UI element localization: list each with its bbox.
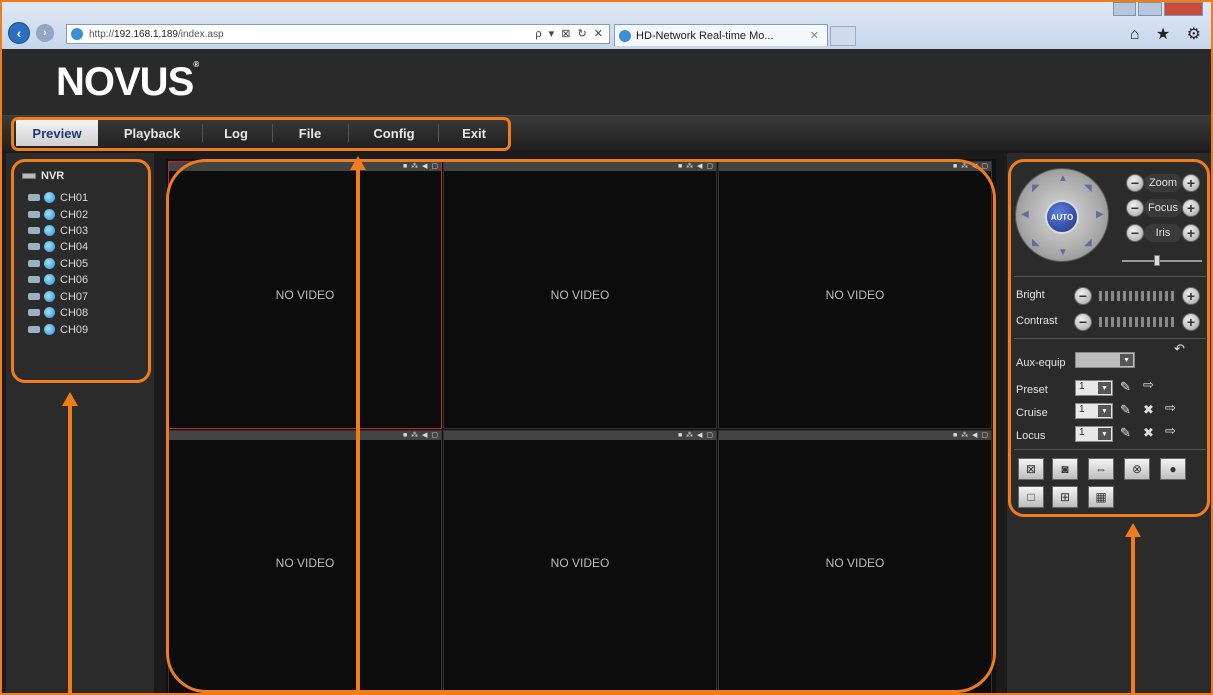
ie-tab-icon xyxy=(619,29,631,42)
ptz-highlight-frame xyxy=(1008,159,1210,517)
address-host: 192.168.1.189 xyxy=(114,28,178,40)
close-window-button[interactable] xyxy=(1163,2,1203,16)
callout-arrow-ptz xyxy=(1131,537,1135,693)
video-highlight-frame xyxy=(166,159,996,693)
browser-chrome: ‹ › http://192.168.1.189/index.asp ρ ▾ ⊠… xyxy=(2,2,1211,49)
tree-highlight-frame xyxy=(11,159,151,383)
logo-trademark: ® xyxy=(193,60,199,69)
address-bar[interactable]: http://192.168.1.189/index.asp ρ ▾ ⊠ ↻ ✕ xyxy=(66,24,610,44)
callout-arrowhead-ptz xyxy=(1125,523,1141,537)
back-button[interactable]: ‹ xyxy=(8,22,30,44)
home-favorites-settings-icons[interactable]: ⌂ ★ ⚙ xyxy=(1130,24,1207,44)
address-prefix: http:// xyxy=(89,28,115,40)
minimize-button[interactable] xyxy=(1112,2,1137,16)
logo-text: NOVUS xyxy=(56,60,194,104)
callout-arrowhead-menu xyxy=(350,156,366,170)
address-path: /index.asp xyxy=(177,28,224,40)
callout-arrowhead-tree xyxy=(62,392,78,406)
maximize-button[interactable] xyxy=(1138,2,1162,16)
browser-tab[interactable]: HD-Network Real-time Mo... ✕ xyxy=(614,24,828,46)
close-tab-icon[interactable]: ✕ xyxy=(810,29,819,42)
new-tab-button[interactable] xyxy=(830,26,856,46)
window-controls xyxy=(1112,2,1203,18)
forward-button[interactable]: › xyxy=(36,24,54,42)
ie-page-icon xyxy=(71,28,83,40)
tab-title: HD-Network Real-time Mo... xyxy=(636,29,774,42)
callout-arrow-tree xyxy=(68,406,72,693)
callout-arrow-menu xyxy=(356,170,360,693)
app-frame: ‹ › http://192.168.1.189/index.asp ρ ▾ ⊠… xyxy=(0,0,1213,695)
novus-logo: NOVUS® xyxy=(56,60,199,105)
menu-highlight-frame xyxy=(11,117,511,151)
address-tools-icons[interactable]: ρ ▾ ⊠ ↻ ✕ xyxy=(535,27,605,40)
